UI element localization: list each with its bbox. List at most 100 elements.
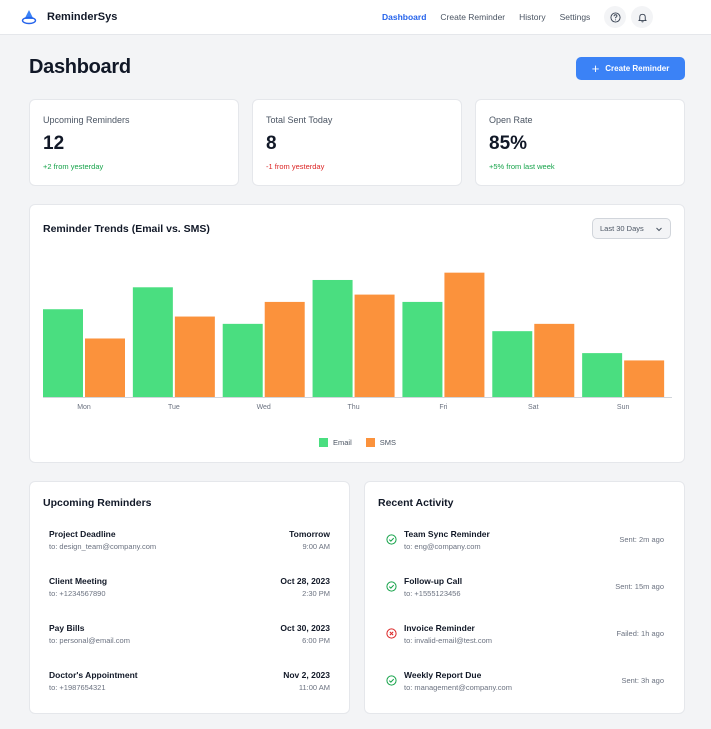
reminder-recipient: to: design_team@company.com: [49, 542, 157, 551]
reminder-recipient: to: +1987654321: [49, 683, 106, 692]
list-item[interactable]: Follow-up Call to: +1555123456 Sent: 15m…: [365, 576, 684, 616]
bar-sms-wed[interactable]: [264, 301, 305, 397]
legend-swatch-sms: [365, 438, 375, 447]
x-tick-label-mon: Mon: [77, 404, 91, 411]
activity-title: Team Sync Reminder: [404, 529, 490, 539]
reminder-title: Pay Bills: [49, 623, 85, 633]
nav-link-history[interactable]: History: [519, 12, 545, 22]
legend-item-sms: SMS: [365, 438, 397, 447]
stat-label: Open Rate: [489, 115, 533, 125]
bar-sms-tue[interactable]: [174, 316, 215, 397]
notifications-button[interactable]: [631, 6, 653, 28]
activity-title: Invoice Reminder: [404, 623, 475, 633]
stat-value: 85%: [489, 133, 528, 154]
stat-card-open-rate: Open Rate 85% +5% from last week: [475, 99, 685, 186]
bar-email-thu[interactable]: [312, 279, 353, 397]
date-range-select[interactable]: Last 30 Days: [592, 218, 671, 239]
x-tick-label-thu: Thu: [348, 404, 360, 411]
bar-sms-sun[interactable]: [624, 360, 665, 397]
stat-card-sent-today: Total Sent Today 8 -1 from yesterday: [252, 99, 462, 186]
list-item[interactable]: Pay Bills to: personal@email.com Oct 30,…: [30, 623, 349, 663]
list-item[interactable]: Invoice Reminder to: invalid-email@test.…: [365, 623, 684, 663]
legend-label-email: Email: [333, 438, 352, 447]
logo-icon: [21, 10, 37, 25]
bar-email-mon[interactable]: [43, 309, 83, 397]
check-circle-icon: [386, 581, 397, 592]
reminder-date: Oct 30, 2023: [280, 623, 330, 633]
legend-item-email: Email: [319, 438, 352, 447]
chart-card: Mon Tue Wed Thu Fri Sat Sun Reminder Trends (E…: [29, 204, 685, 463]
nav-links: Dashboard Create Reminder History Settin…: [382, 12, 604, 22]
chart-legend: Email SMS: [319, 438, 410, 447]
legend-label-sms: SMS: [379, 438, 397, 447]
chart-title: Reminder Trends (Email vs. SMS): [43, 223, 210, 235]
plus-icon: +: [591, 61, 600, 76]
activity-recipient: to: eng@company.com: [404, 542, 481, 551]
activity-status: Failed: 1h ago: [616, 629, 664, 638]
activity-status: Sent: 2m ago: [619, 535, 664, 544]
activity-recipient: to: management@company.com: [404, 683, 512, 692]
nav-link-create-reminder[interactable]: Create Reminder: [440, 12, 505, 22]
bar-sms-fri[interactable]: [444, 272, 485, 397]
check-circle-icon: [386, 534, 397, 545]
stat-value: 12: [43, 133, 65, 154]
x-tick-label-wed: Wed: [257, 404, 271, 411]
stat-label: Total Sent Today: [266, 115, 333, 125]
check-circle-icon: [386, 675, 397, 686]
nav-link-settings[interactable]: Settings: [560, 12, 591, 22]
stat-change: +2 from yesterday: [43, 162, 104, 171]
stat-card-upcoming: Upcoming Reminders 12 +2 from yesterday: [29, 99, 239, 186]
bar-email-fri[interactable]: [402, 301, 443, 397]
bar-sms-sat[interactable]: [534, 323, 575, 397]
list-item[interactable]: Team Sync Reminder to: eng@company.com S…: [365, 529, 684, 569]
reminder-time: 6:00 PM: [302, 636, 330, 645]
bar-email-wed[interactable]: [222, 323, 263, 397]
bar-sms-mon[interactable]: [85, 338, 125, 397]
stat-change: +5% from last week: [489, 162, 555, 171]
bar-email-tue[interactable]: [132, 287, 173, 397]
activity-status: Sent: 3h ago: [621, 676, 664, 685]
list-item[interactable]: Project Deadline to: design_team@company…: [30, 529, 349, 569]
list-item[interactable]: Doctor's Appointment to: +1987654321 Nov…: [30, 670, 349, 710]
page-title: Dashboard: [29, 56, 131, 78]
recent-activity-card: Recent Activity Team Sync Reminder to: e…: [364, 481, 685, 714]
bar-sms-thu[interactable]: [354, 294, 395, 397]
reminder-title: Doctor's Appointment: [49, 670, 138, 680]
activity-title: Follow-up Call: [404, 576, 463, 586]
recent-activity-title: Recent Activity: [378, 497, 454, 509]
stat-value: 8: [266, 133, 277, 154]
list-item[interactable]: Weekly Report Due to: management@company…: [365, 670, 684, 710]
reminder-date: Oct 28, 2023: [280, 576, 330, 586]
bar-email-sat[interactable]: [492, 331, 533, 397]
reminder-title: Client Meeting: [49, 576, 108, 586]
reminder-recipient: to: +1234567890: [49, 589, 106, 598]
date-range-value: Last 30 Days: [600, 224, 644, 233]
reminder-title: Project Deadline: [49, 529, 116, 539]
stat-label: Upcoming Reminders: [43, 115, 130, 125]
reminder-time: 11:00 AM: [298, 683, 330, 692]
reminder-time: 2:30 PM: [302, 589, 330, 598]
x-circle-icon: [386, 628, 397, 639]
nav-link-dashboard[interactable]: Dashboard: [382, 12, 426, 22]
activity-recipient: to: +1555123456: [404, 589, 461, 598]
bell-icon: [637, 13, 647, 22]
help-button[interactable]: [604, 6, 626, 28]
help-icon: [609, 11, 621, 23]
bar-chart: Mon Tue Wed Thu Fri Sat Sun: [43, 272, 672, 411]
list-item[interactable]: Client Meeting to: +1234567890 Oct 28, 2…: [30, 576, 349, 616]
app-name: ReminderSys: [47, 11, 118, 23]
upcoming-reminders-title: Upcoming Reminders: [43, 497, 152, 509]
upcoming-reminders-card: Upcoming Reminders Project Deadline to: …: [29, 481, 350, 714]
top-nav: ReminderSys Dashboard Create Reminder Hi…: [0, 0, 711, 35]
reminder-time: 9:00 AM: [302, 542, 330, 551]
x-tick-label-fri: Fri: [439, 404, 448, 411]
create-reminder-button[interactable]: + Create Reminder: [576, 57, 685, 80]
x-tick-label-sun: Sun: [617, 404, 630, 411]
activity-recipient: to: invalid-email@test.com: [404, 636, 493, 645]
legend-swatch-email: [319, 438, 328, 447]
brand[interactable]: ReminderSys: [21, 9, 117, 25]
create-reminder-label: Create Reminder: [605, 64, 670, 73]
stat-change: -1 from yesterday: [266, 162, 325, 171]
bar-email-sun[interactable]: [582, 353, 623, 397]
chevron-down-icon: [656, 227, 662, 232]
